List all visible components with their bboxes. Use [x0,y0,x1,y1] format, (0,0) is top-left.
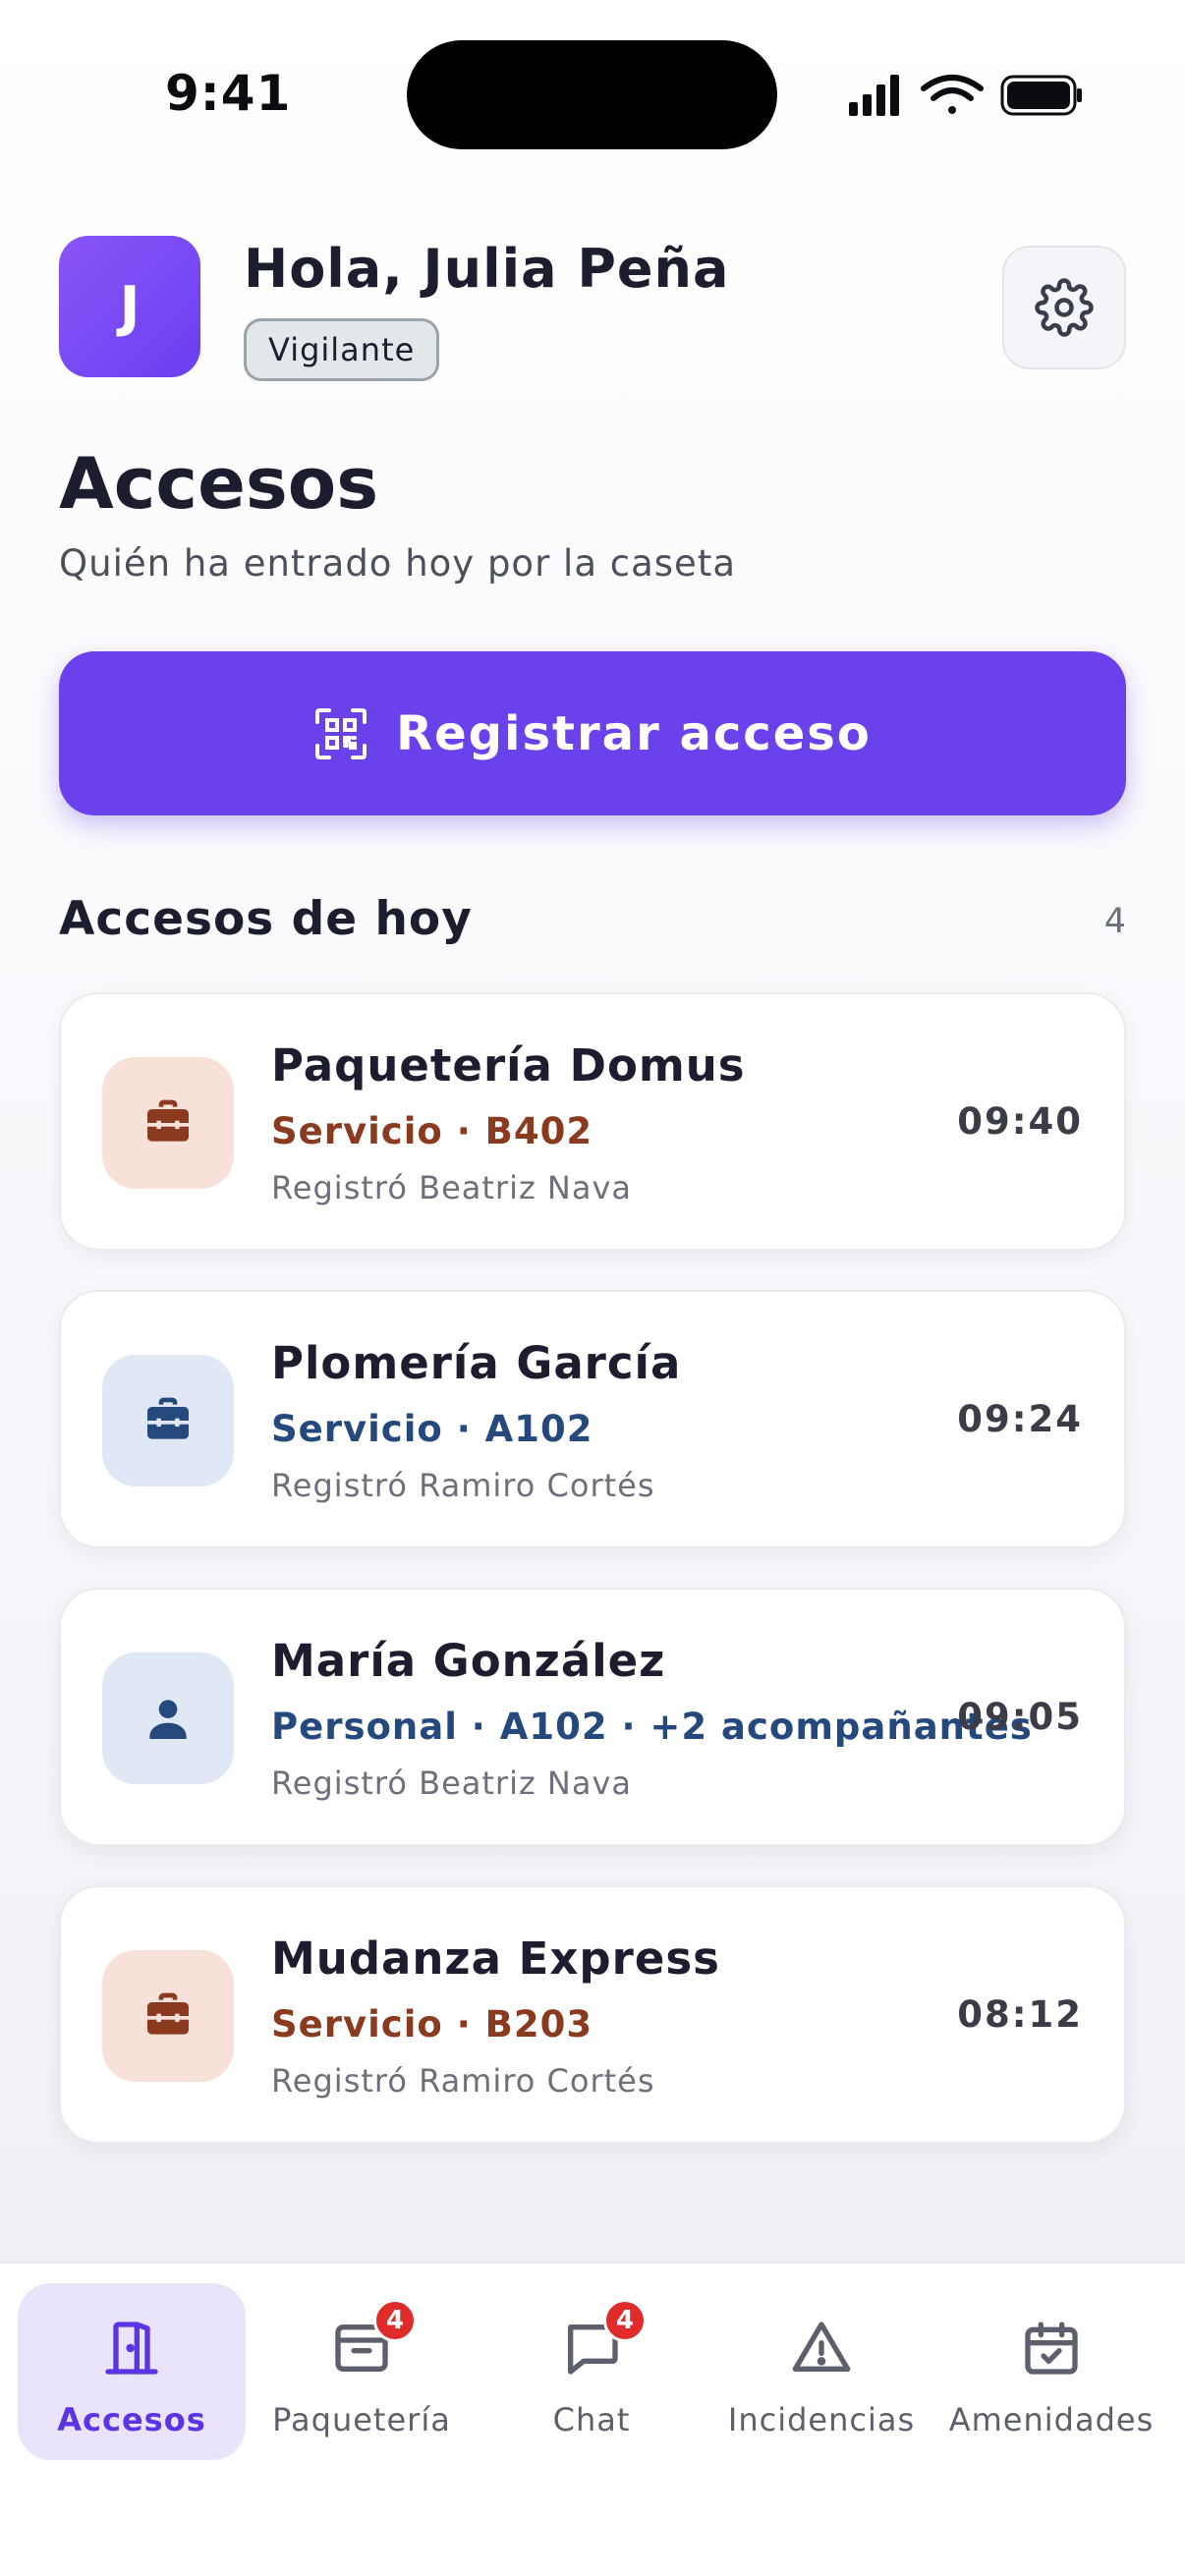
briefcase-icon [147,1099,189,1142]
wifi-icon [921,75,984,114]
access-detail: Servicio · A102 [271,1408,593,1450]
status-icons [849,75,1082,116]
access-type-badge [102,1355,234,1486]
dynamic-island [407,40,777,149]
briefcase-icon [147,1397,189,1439]
gear-icon [1035,278,1094,337]
section-title: Accesos de hoy [59,892,473,946]
tab-label: Amenidades [948,2401,1155,2438]
access-card[interactable]: Plomería García Servicio · A102 Registró… [59,1290,1126,1548]
access-detail: Servicio · B203 [271,2003,593,2045]
access-registered-by: Registró Beatriz Nava [271,1169,633,1206]
tab-label: Paquetería [272,2401,451,2438]
page-subtitle: Quién ha entrado hoy por la caseta [59,542,736,585]
access-time: 09:05 [957,1696,1083,1738]
access-name: Paquetería Domus [271,1039,746,1092]
register-access-button[interactable]: Registrar acceso [59,651,1126,815]
status-bar: 9:41 [0,0,1185,177]
briefcase-icon [147,1992,189,2035]
tab-label: Incidencias [727,2401,916,2438]
access-time: 08:12 [957,1993,1083,2036]
access-time: 09:24 [957,1398,1083,1440]
greeting: Hola, Julia Peña [244,238,730,300]
tab-amenidades[interactable]: Amenidades [937,2283,1165,2460]
register-access-label: Registrar acceso [396,705,872,761]
access-time: 09:40 [957,1100,1083,1143]
access-card[interactable]: Mudanza Express Servicio · B203 Registró… [59,1885,1126,2144]
access-card[interactable]: María González Personal · A102 · +2 acom… [59,1588,1126,1846]
tab-accesos[interactable]: Accesos [18,2283,246,2460]
access-detail: Personal · A102 · +2 acompañantes [271,1706,1033,1748]
access-name: María González [271,1635,666,1687]
access-card[interactable]: Paquetería Domus Servicio · B402 Registr… [59,992,1126,1251]
door-icon [105,2322,158,2375]
status-time: 9:41 [165,65,292,122]
avatar[interactable]: J [59,236,200,377]
warning-icon [792,2322,851,2372]
access-name: Plomería García [271,1337,682,1389]
tab-incidencias[interactable]: Incidencias [707,2283,935,2460]
access-type-badge [102,1950,234,2082]
person-icon [149,1700,187,1739]
tab-chat[interactable]: 4 Chat [478,2283,705,2460]
calendar-icon [1025,2322,1078,2375]
access-type-badge [102,1652,234,1784]
page-title: Accesos [59,442,379,525]
access-registered-by: Registró Ramiro Cortés [271,2062,655,2100]
access-type-badge [102,1057,234,1189]
access-registered-by: Registró Beatriz Nava [271,1764,633,1802]
battery-icon [1000,75,1082,116]
tab-label: Chat [552,2401,631,2438]
qr-scan-icon [315,707,367,759]
notification-badge: 4 [373,2299,417,2342]
tab-paqueteria[interactable]: 4 Paquetería [248,2283,476,2460]
tab-label: Accesos [57,2401,206,2438]
tab-bar: Accesos 4 Paquetería 4 Chat Incidencias … [0,2262,1185,2576]
access-detail: Servicio · B402 [271,1110,593,1152]
signal-icon [849,75,899,116]
access-name: Mudanza Express [271,1932,720,1985]
settings-button[interactable] [1002,246,1126,369]
header: J Hola, Julia Peña Vigilante [59,236,1126,383]
access-list: Paquetería Domus Servicio · B402 Registr… [59,992,1126,2183]
notification-badge: 4 [603,2299,647,2342]
section-count: 4 [1103,902,1126,941]
access-registered-by: Registró Ramiro Cortés [271,1467,655,1504]
role-badge: Vigilante [244,318,440,381]
